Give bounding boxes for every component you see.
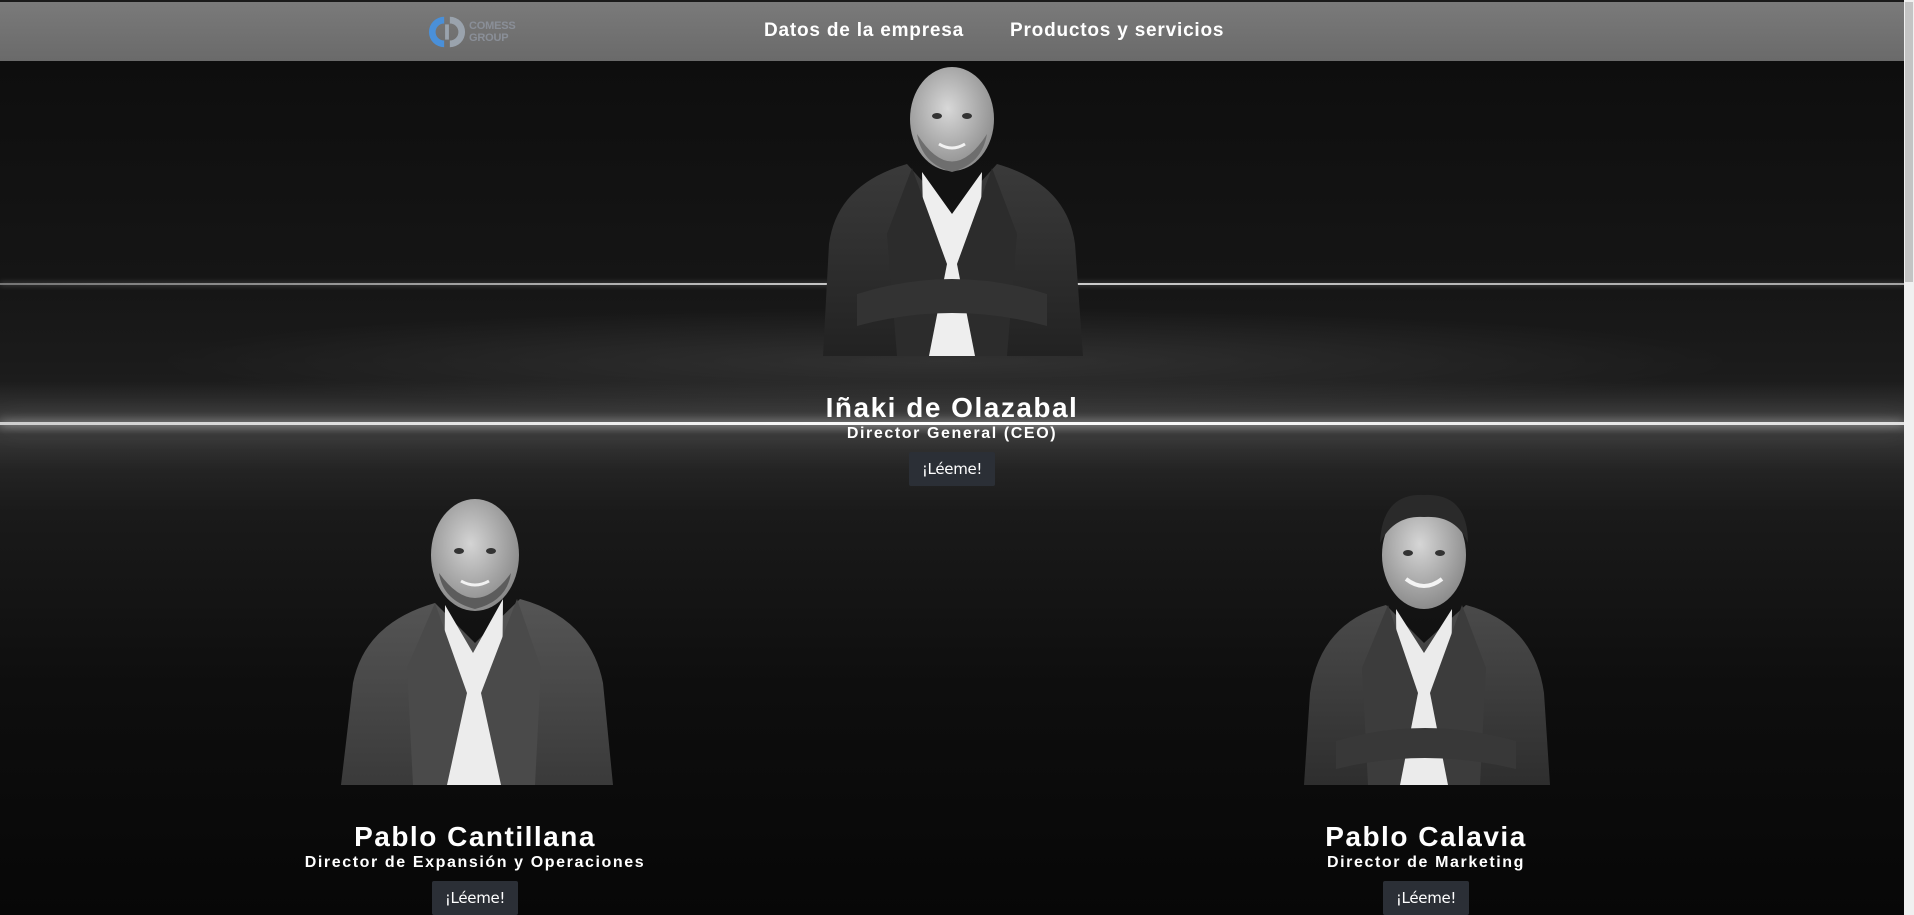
read-more-button-expansion[interactable]: ¡Léeme! — [431, 881, 519, 915]
person-name: Pablo Calavia — [1325, 821, 1527, 852]
person-card-expansion: Pablo Cantillana Director de Expansión y… — [275, 493, 675, 915]
page-scrollbar[interactable] — [1904, 0, 1914, 915]
logo-text: COMESS GROUP — [469, 20, 516, 44]
portrait-expansion — [341, 499, 613, 785]
person-role: Director General (CEO) — [846, 425, 1058, 442]
portrait-marketing — [1304, 494, 1550, 785]
person-role: Director de Expansión y Operaciones — [304, 854, 646, 871]
nav-datos-de-la-empresa[interactable]: Datos de la empresa — [764, 20, 964, 42]
logo-text-line2: GROUP — [469, 32, 509, 44]
read-more-button-ceo[interactable]: ¡Léeme! — [908, 452, 996, 486]
portrait-ceo — [823, 67, 1083, 356]
scrollbar-thumb[interactable] — [1905, 2, 1913, 282]
logo-text-line1: COMESS — [469, 20, 516, 32]
person-card-ceo: Iñaki de Olazabal Director General (CEO)… — [800, 64, 1104, 486]
page: COMESS GROUP Datos de la empresa Product… — [0, 0, 1914, 915]
nav-productos-y-servicios[interactable]: Productos y servicios — [1010, 20, 1224, 42]
logo-mark-icon — [428, 16, 466, 48]
person-name: Iñaki de Olazabal — [825, 392, 1079, 423]
comess-group-logo[interactable]: COMESS GROUP — [428, 12, 524, 52]
read-more-button-marketing[interactable]: ¡Léeme! — [1382, 881, 1470, 915]
main-nav: Datos de la empresa Productos y servicio… — [764, 20, 1224, 42]
person-name: Pablo Cantillana — [354, 821, 596, 852]
site-header: COMESS GROUP Datos de la empresa Product… — [0, 0, 1904, 61]
person-card-marketing: Pablo Calavia Director de Marketing ¡Lée… — [1226, 493, 1626, 915]
person-role: Director de Marketing — [1326, 854, 1526, 871]
